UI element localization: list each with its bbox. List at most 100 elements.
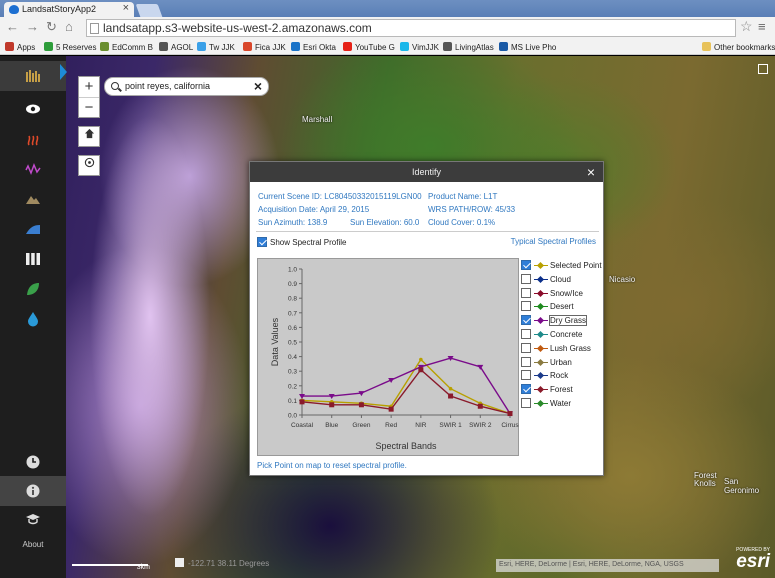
sidebar: About	[0, 56, 67, 578]
chrome-menu-icon[interactable]: ≡	[758, 19, 766, 34]
home-extent-button[interactable]	[78, 126, 100, 147]
legend-item[interactable]: Selected Point	[521, 260, 602, 274]
legend-checkbox[interactable]	[521, 315, 531, 326]
typical-profiles-link[interactable]: Typical Spectral Profiles	[511, 237, 596, 246]
show-spectral-checkbox[interactable]	[257, 237, 267, 247]
clock-icon	[26, 455, 40, 469]
legend-item[interactable]: Concrete	[521, 328, 601, 343]
bookmark-item[interactable]: VimJJK	[400, 42, 439, 52]
bookmark-item[interactable]: EdComm B	[100, 42, 153, 52]
sidebar-item-time[interactable]	[0, 447, 66, 477]
wrs-path-row: WRS PATH/ROW: 45/33	[428, 205, 516, 214]
close-icon[interactable]: ×	[587, 162, 595, 182]
forward-icon[interactable]: →	[26, 19, 39, 34]
legend-item[interactable]: Water	[521, 397, 601, 412]
sun-azimuth: Sun Azimuth: 138.9	[258, 218, 328, 227]
bookmark-item[interactable]: MS Live Pho	[499, 42, 556, 52]
heat-icon	[27, 135, 39, 146]
y-tick-label: 0.6	[288, 325, 297, 332]
search-box[interactable]: point reyes, california ×	[104, 77, 269, 96]
bookmark-item[interactable]: Apps	[5, 42, 35, 52]
data-point	[358, 402, 364, 408]
wave-icon	[25, 162, 41, 176]
sidebar-item-terrain[interactable]	[0, 184, 66, 214]
legend-item[interactable]: Desert	[521, 301, 601, 315]
url-text: landsatapp.s3-website-us-west-2.amazonaw…	[103, 21, 372, 35]
locate-button[interactable]	[78, 155, 100, 176]
legend-checkbox[interactable]	[521, 370, 531, 381]
bookmark-item[interactable]: Tw JJK	[197, 42, 235, 52]
sidebar-item-vegetation[interactable]	[0, 274, 66, 304]
data-point	[507, 411, 513, 417]
legend-checkbox[interactable]	[521, 384, 531, 395]
cloud-cover: Cloud Cover: 0.1%	[428, 218, 496, 227]
zoom-out-button[interactable]: −	[79, 97, 99, 117]
bookmark-item[interactable]: YouTube G	[343, 42, 395, 52]
sidebar-item-bands[interactable]	[0, 61, 66, 91]
legend-item[interactable]: Urban	[521, 356, 601, 371]
legend-item[interactable]: Snow/Ice	[521, 287, 601, 302]
y-tick-label: 0.9	[288, 281, 297, 288]
fullscreen-icon[interactable]	[758, 64, 768, 74]
sidebar-item-spectral[interactable]	[0, 154, 66, 184]
pick-point-hint: Pick Point on map to reset spectral prof…	[257, 461, 407, 470]
legend-checkbox[interactable]	[521, 287, 531, 298]
clear-search-icon[interactable]: ×	[254, 78, 262, 94]
sidebar-item-view[interactable]	[0, 94, 66, 124]
sidebar-item-change[interactable]	[0, 214, 66, 244]
bookmark-item[interactable]: 5 Reserves	[44, 42, 96, 52]
x-tick-label: Red	[385, 422, 397, 429]
back-icon[interactable]: ←	[6, 19, 19, 34]
bookmarks-bar: Apps 5 Reserves EdComm B AGOL Tw JJK Fic…	[0, 39, 775, 55]
y-tick-label: 0.8	[288, 296, 297, 303]
identify-title: Identify	[411, 167, 442, 177]
folder-icon	[702, 42, 711, 51]
zoom-in-button[interactable]: +	[79, 77, 99, 97]
legend-checkbox[interactable]	[521, 342, 531, 353]
browser-tab[interactable]: LandsatStoryApp2 ×	[4, 2, 134, 17]
legend-item[interactable]: Dry Grass	[521, 315, 601, 329]
legend-checkbox[interactable]	[521, 356, 531, 367]
bookmark-item[interactable]: AGOL	[159, 42, 193, 52]
legend-checkbox[interactable]	[521, 260, 531, 270]
legend-checkbox[interactable]	[521, 397, 531, 408]
y-tick-label: 0.7	[288, 310, 297, 317]
sidebar-item-water[interactable]	[0, 304, 66, 334]
bookmark-item[interactable]: Esri Okta	[291, 42, 336, 52]
bookmark-favicon-icon	[291, 42, 300, 51]
scene-id: Current Scene ID: LC80450332015119LGN00	[258, 192, 422, 201]
legend-label: Dry Grass	[549, 315, 587, 327]
sidebar-item-learn[interactable]	[0, 504, 66, 534]
legend-checkbox[interactable]	[521, 328, 531, 339]
data-point	[448, 386, 453, 391]
legend-checkbox[interactable]	[521, 273, 531, 284]
legend-item[interactable]: Cloud	[521, 273, 601, 288]
tab-close-icon[interactable]: ×	[123, 2, 129, 14]
legend-label: Snow/Ice	[550, 288, 583, 298]
legend-item[interactable]: Rock	[521, 370, 601, 384]
home-icon[interactable]: ⌂	[65, 19, 73, 34]
scene-metadata: Current Scene ID: LC80450332015119LGN00 …	[258, 190, 515, 229]
bookmark-star-icon[interactable]: ☆	[740, 18, 753, 35]
search-input[interactable]: point reyes, california	[125, 81, 210, 91]
show-spectral-toggle[interactable]: Show Spectral Profile	[257, 237, 346, 247]
sidebar-item-identify[interactable]	[0, 476, 66, 506]
legend-swatch-icon	[534, 375, 548, 377]
bookmark-item[interactable]: Fica JJK	[243, 42, 286, 52]
youtube-icon	[343, 42, 352, 51]
bookmark-item[interactable]: LivingAtlas	[443, 42, 494, 52]
legend-item[interactable]: Lush Grass	[521, 342, 601, 357]
sidebar-item-compare[interactable]	[0, 244, 66, 274]
new-tab-button[interactable]	[135, 4, 163, 17]
other-bookmarks[interactable]: Other bookmarks	[702, 42, 775, 52]
reload-icon[interactable]: ↻	[46, 19, 57, 35]
address-bar: ← → ↻ ⌂ landsatapp.s3-website-us-west-2.…	[0, 17, 775, 39]
y-tick-label: 0.3	[288, 369, 297, 376]
legend-item[interactable]: Forest	[521, 384, 601, 398]
about-link[interactable]: About	[0, 540, 66, 549]
legend-swatch-icon	[534, 402, 548, 404]
legend-checkbox[interactable]	[521, 301, 531, 312]
esri-logo[interactable]: POWERED BY esri	[724, 547, 770, 573]
url-input[interactable]: landsatapp.s3-website-us-west-2.amazonaw…	[86, 19, 736, 37]
sidebar-item-thermal[interactable]	[0, 124, 66, 154]
